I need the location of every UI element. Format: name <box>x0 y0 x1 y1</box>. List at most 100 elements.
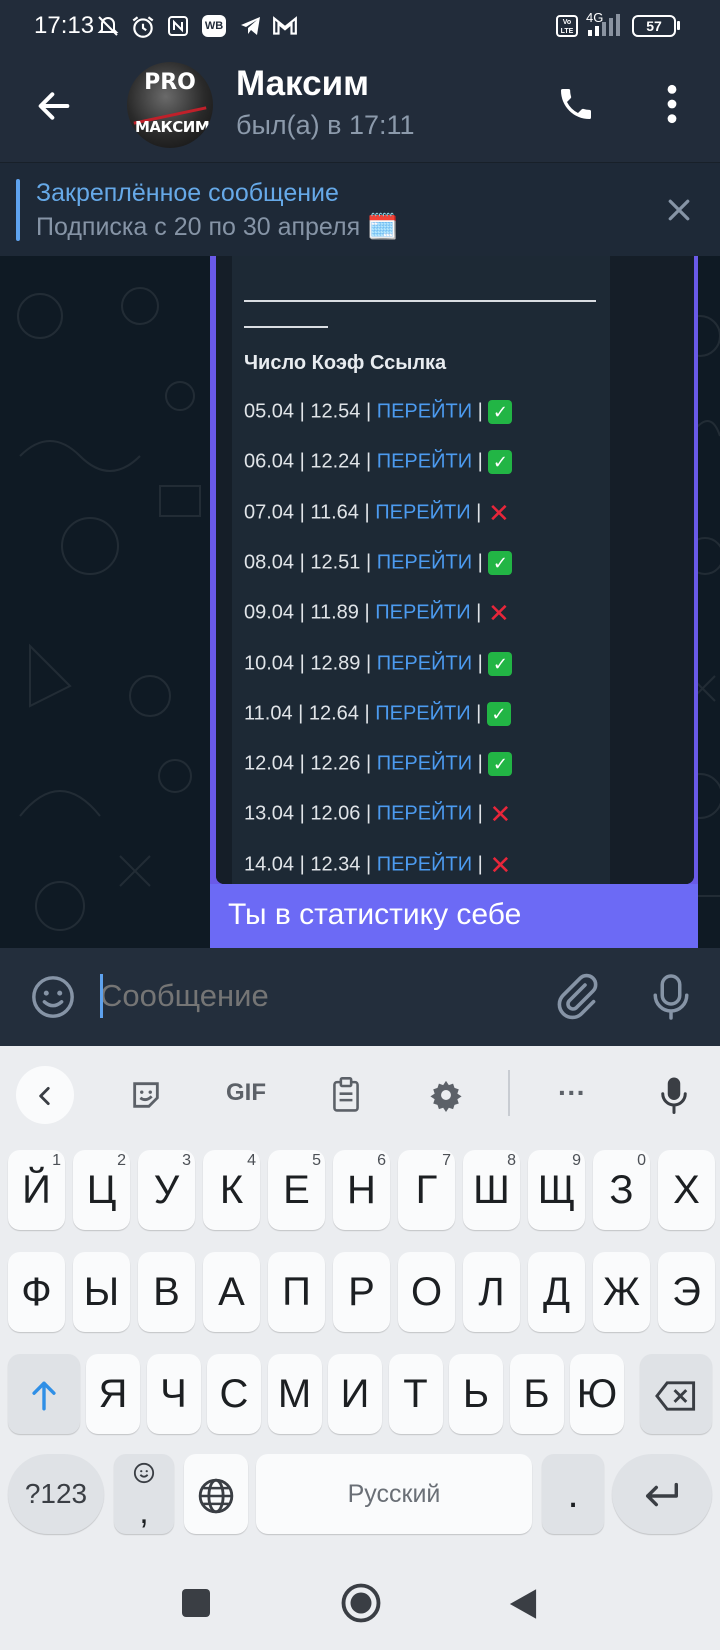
key[interactable]: Г7 <box>398 1150 455 1230</box>
key[interactable]: Й1 <box>8 1150 65 1230</box>
key[interactable]: Щ9 <box>528 1150 585 1230</box>
emoji-icon[interactable] <box>30 974 76 1020</box>
microphone-icon <box>661 1077 687 1114</box>
avatar[interactable]: PRO МАКСИМ <box>127 62 213 148</box>
cross-mark-icon: ✕ <box>488 598 510 629</box>
status-time: 17:13 <box>34 12 95 39</box>
key[interactable]: Ч <box>146 1354 201 1434</box>
row-date-coef: 10.04 | 12.89 | <box>244 651 377 674</box>
table-row: 13.04 | 12.06 | ПЕРЕЙТИ | ✕ <box>244 799 512 830</box>
cross-mark-icon: ✕ <box>489 799 512 830</box>
key-number-hint: 0 <box>637 1152 646 1169</box>
shift-arrow-icon <box>32 1381 56 1411</box>
key[interactable]: М <box>267 1354 322 1434</box>
attach-icon[interactable] <box>552 972 600 1020</box>
sticker-button[interactable] <box>108 1064 184 1122</box>
row-link[interactable]: ПЕРЕЙТИ <box>377 400 472 422</box>
avatar-text: МАКСИМ <box>135 118 210 136</box>
more-vert-icon[interactable] <box>658 82 686 126</box>
table-header: Число Коэф Ссылка <box>244 352 447 374</box>
key[interactable]: Я <box>86 1354 140 1434</box>
enter-icon <box>646 1483 678 1507</box>
microphone-icon[interactable] <box>650 972 692 1022</box>
key[interactable]: Х <box>658 1150 715 1230</box>
row-link[interactable]: ПЕРЕЙТИ <box>377 551 472 573</box>
back-arrow-icon[interactable] <box>34 86 74 126</box>
key[interactable]: К4 <box>203 1150 260 1230</box>
key[interactable]: Ж <box>593 1252 650 1332</box>
key[interactable]: С <box>207 1354 261 1434</box>
phone-icon[interactable] <box>556 84 596 124</box>
gif-button[interactable]: GIF <box>208 1064 284 1122</box>
table-row: 14.04 | 12.34 | ПЕРЕЙТИ | ✕ <box>244 849 512 880</box>
row-link[interactable]: ПЕРЕЙТИ <box>377 752 472 774</box>
key[interactable]: Ф <box>8 1252 65 1332</box>
key[interactable]: В <box>138 1252 195 1332</box>
pinned-message[interactable]: Закреплённое сообщение Подписка с 20 по … <box>0 162 720 257</box>
key[interactable]: Л <box>463 1252 520 1332</box>
key[interactable]: Т <box>388 1354 443 1434</box>
key[interactable]: Ы <box>73 1252 130 1332</box>
key-label: Х <box>673 1168 700 1212</box>
pinned-accent-bar <box>16 179 20 241</box>
row-link[interactable]: ПЕРЕЙТИ <box>377 853 472 875</box>
row-link[interactable]: ПЕРЕЙТИ <box>377 451 472 473</box>
image-divider <box>244 300 596 302</box>
row-date-coef: 09.04 | 11.89 | <box>244 601 376 624</box>
back-button[interactable] <box>506 1586 540 1622</box>
key[interactable]: Э <box>658 1252 715 1332</box>
key[interactable]: Ю <box>570 1354 624 1434</box>
pinned-text: Подписка с 20 по 30 апреля 🗓️ <box>36 213 399 241</box>
period-key[interactable]: . <box>542 1454 604 1534</box>
key-number-hint: 5 <box>312 1152 321 1169</box>
shift-key[interactable] <box>8 1354 80 1434</box>
chat-area[interactable]: Число Коэф Ссылка 05.04 | 12.54 | ПЕРЕЙТ… <box>0 256 720 948</box>
row-separator: | <box>470 702 487 725</box>
row-link[interactable]: ПЕРЕЙТИ <box>375 601 470 623</box>
key[interactable]: Б <box>509 1354 564 1434</box>
message-image[interactable]: Число Коэф Ссылка 05.04 | 12.54 | ПЕРЕЙТ… <box>216 256 694 884</box>
key[interactable]: Р <box>333 1252 390 1332</box>
backspace-key[interactable] <box>640 1354 712 1434</box>
cross-mark-icon: ✕ <box>489 849 512 880</box>
row-link[interactable]: ПЕРЕЙТИ <box>377 652 472 674</box>
row-separator: | <box>470 601 487 624</box>
nfc-icon <box>168 16 188 36</box>
key[interactable]: Н6 <box>333 1150 390 1230</box>
key[interactable]: Ш8 <box>463 1150 520 1230</box>
key[interactable]: З0 <box>593 1150 650 1230</box>
key[interactable]: Ь <box>449 1354 503 1434</box>
key[interactable]: О <box>398 1252 455 1332</box>
close-icon[interactable] <box>664 195 694 225</box>
row-separator: | <box>472 852 489 875</box>
key[interactable]: У3 <box>138 1150 195 1230</box>
message-input[interactable] <box>100 970 520 1022</box>
home-button[interactable] <box>340 1582 382 1624</box>
key[interactable]: П <box>268 1252 325 1332</box>
row-link[interactable]: ПЕРЕЙТИ <box>375 501 470 523</box>
key[interactable]: И <box>328 1354 382 1434</box>
settings-button[interactable] <box>408 1064 484 1122</box>
contact-name[interactable]: Максим <box>236 64 369 104</box>
clipboard-button[interactable] <box>308 1064 384 1122</box>
key[interactable]: Е5 <box>268 1150 325 1230</box>
key[interactable]: Ц2 <box>73 1150 130 1230</box>
voice-input-button[interactable] <box>636 1064 712 1122</box>
comma-key[interactable]: , <box>114 1454 174 1534</box>
key-label: Г <box>415 1168 438 1212</box>
row-date-coef: 13.04 | 12.06 | <box>244 802 377 825</box>
check-mark-icon: ✓ <box>488 651 513 676</box>
row-date-coef: 12.04 | 12.26 | <box>244 752 377 775</box>
key[interactable]: Д <box>528 1252 585 1332</box>
row-link[interactable]: ПЕРЕЙТИ <box>377 803 472 825</box>
last-seen: был(а) в 17:11 <box>236 110 415 140</box>
recents-button[interactable] <box>182 1589 210 1617</box>
keyboard-collapse-button[interactable] <box>16 1066 74 1124</box>
row-link[interactable]: ПЕРЕЙТИ <box>375 702 470 724</box>
more-button[interactable]: ··· <box>534 1064 610 1122</box>
language-key[interactable] <box>184 1454 248 1534</box>
symbols-key[interactable]: ?123 <box>8 1454 104 1534</box>
enter-key[interactable] <box>612 1454 712 1534</box>
space-key[interactable]: Русский <box>256 1454 532 1534</box>
key[interactable]: А <box>203 1252 260 1332</box>
